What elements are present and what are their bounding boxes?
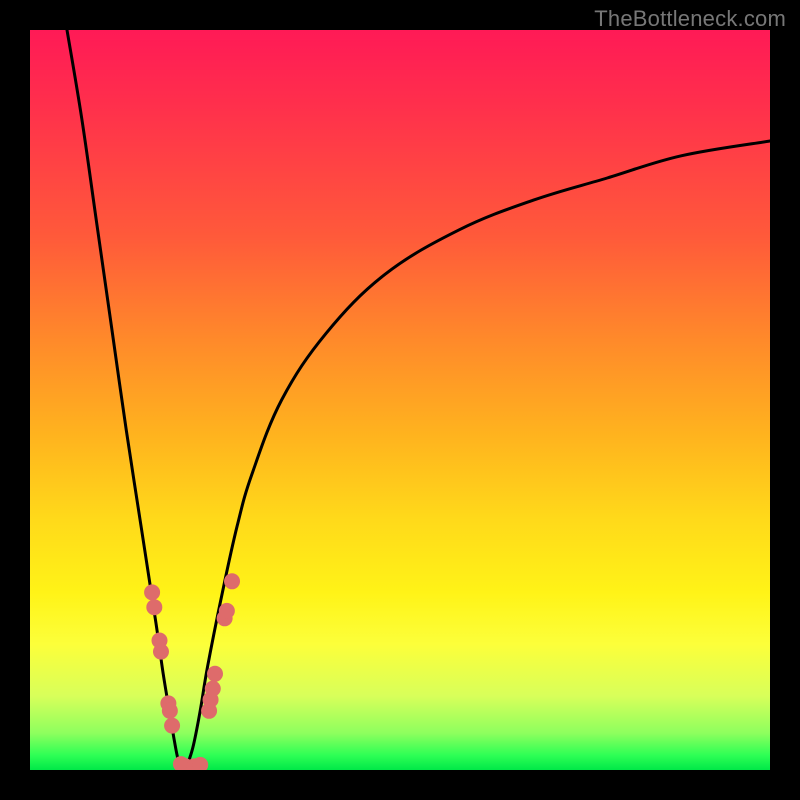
data-marker [219, 603, 235, 619]
curve-right-branch [185, 141, 770, 770]
data-marker [224, 573, 240, 589]
data-marker [162, 703, 178, 719]
curves-layer [30, 30, 770, 770]
curve-left-branch [67, 30, 185, 770]
chart-container: TheBottleneck.com [0, 0, 800, 800]
data-marker [164, 718, 180, 734]
watermark-text: TheBottleneck.com [594, 6, 786, 32]
data-marker [144, 584, 160, 600]
data-marker [205, 681, 221, 697]
data-marker [153, 644, 169, 660]
plot-area [30, 30, 770, 770]
data-marker [146, 599, 162, 615]
data-marker [207, 666, 223, 682]
